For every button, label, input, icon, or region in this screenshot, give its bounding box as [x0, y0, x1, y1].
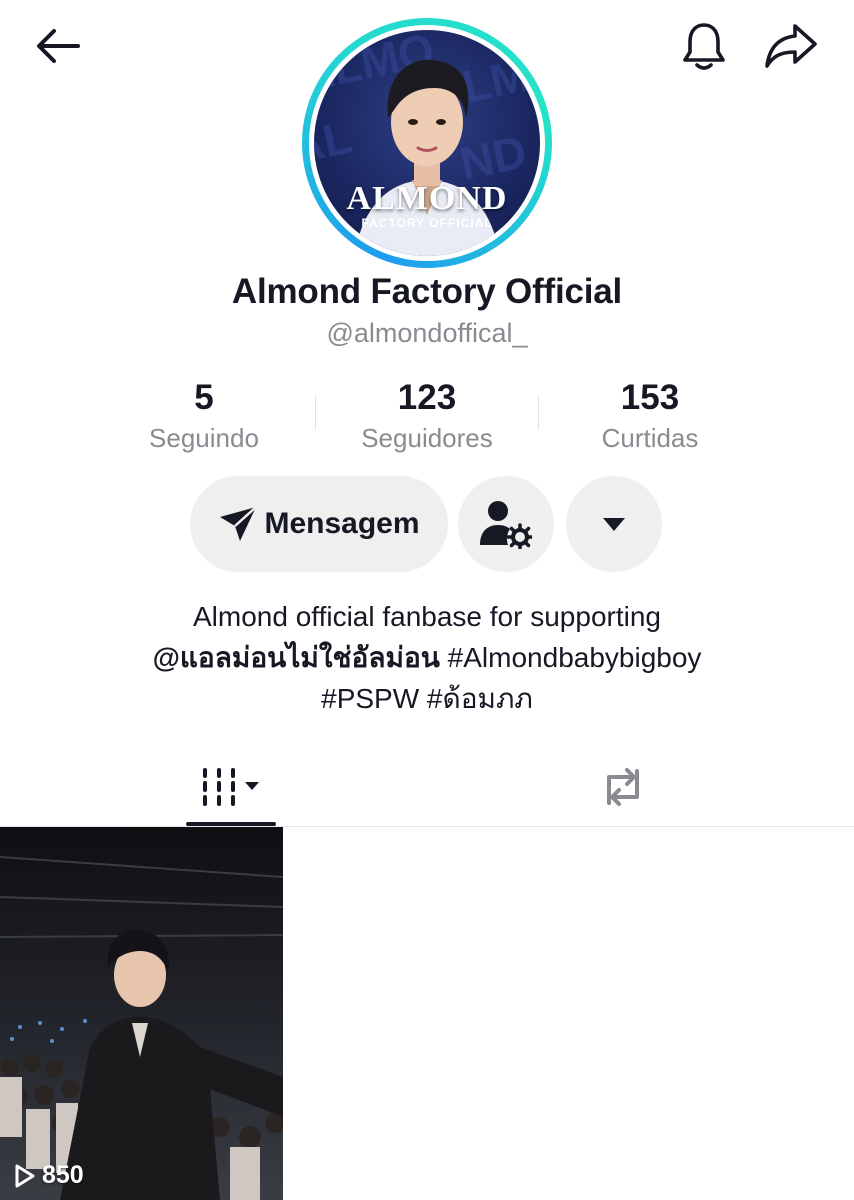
profile-page: ALMO ALMO AL ND ALMOND FACTORY OFFICIAL … [0, 0, 854, 1200]
message-button[interactable]: Mensagem [190, 476, 448, 572]
avatar-brand-subtitle: FACTORY OFFICIAL [361, 216, 493, 230]
stat-value: 123 [397, 378, 457, 417]
video-grid-icon [203, 768, 259, 806]
avatar-image: ALMO ALMO AL ND ALMOND FACTORY OFFICIAL [314, 30, 540, 256]
stat-followers[interactable]: 123 Seguidores [327, 378, 527, 456]
bio-hashtag-link[interactable]: #Almondbabybigboy [440, 642, 702, 673]
add-friend-settings-button[interactable] [458, 476, 554, 572]
play-count-value: 850 [42, 1161, 84, 1189]
user-settings-icon [480, 501, 532, 549]
more-options-button[interactable] [566, 476, 662, 572]
bio-mention-link[interactable]: @แอลม่อนไม่ใช่อัลม่อน [153, 642, 440, 673]
stat-following[interactable]: 5 Seguindo [104, 378, 304, 456]
back-button[interactable] [28, 20, 88, 72]
video-thumbnail[interactable]: 850 [0, 827, 283, 1200]
repost-icon [607, 768, 639, 806]
avatar-brand-title: ALMOND [346, 180, 508, 217]
bio-line: @แอลม่อนไม่ใช่อัลม่อน #Almondbabybigboy [0, 637, 854, 678]
play-icon [15, 1164, 35, 1187]
video-thumbnail-image [0, 827, 283, 1200]
avatar[interactable]: ALMO ALMO AL ND ALMOND FACTORY OFFICIAL [302, 18, 552, 268]
bio: Almond official fanbase for supporting @… [0, 596, 854, 719]
stat-label: Seguindo [149, 423, 259, 453]
share-arrow-icon [765, 24, 817, 68]
share-button[interactable] [758, 18, 824, 74]
bio-line: Almond official fanbase for supporting [193, 601, 661, 632]
tab-videos[interactable] [186, 748, 276, 826]
message-button-label: Mensagem [264, 507, 420, 540]
notification-button[interactable] [672, 18, 736, 74]
play-count: 850 [14, 1161, 84, 1190]
username: @almondoffical_ [326, 318, 528, 348]
avatar-brand: ALMOND FACTORY OFFICIAL [314, 180, 540, 230]
stat-divider [315, 396, 316, 430]
bell-icon [683, 23, 725, 70]
stat-label: Seguidores [361, 423, 493, 453]
svg-text:AL: AL [314, 110, 357, 174]
stat-likes[interactable]: 153 Curtidas [550, 378, 750, 456]
stat-label: Curtidas [601, 423, 699, 453]
send-icon [220, 506, 258, 541]
stat-value: 153 [620, 378, 680, 417]
bio-hashtags[interactable]: #PSPW #ด้อมภภ [0, 678, 854, 719]
stat-divider [538, 396, 539, 430]
tab-reposts[interactable] [578, 748, 668, 826]
arrow-left-icon [37, 29, 80, 63]
display-name: Almond Factory Official [231, 272, 623, 311]
caret-down-icon [603, 518, 625, 531]
stat-value: 5 [194, 378, 214, 417]
